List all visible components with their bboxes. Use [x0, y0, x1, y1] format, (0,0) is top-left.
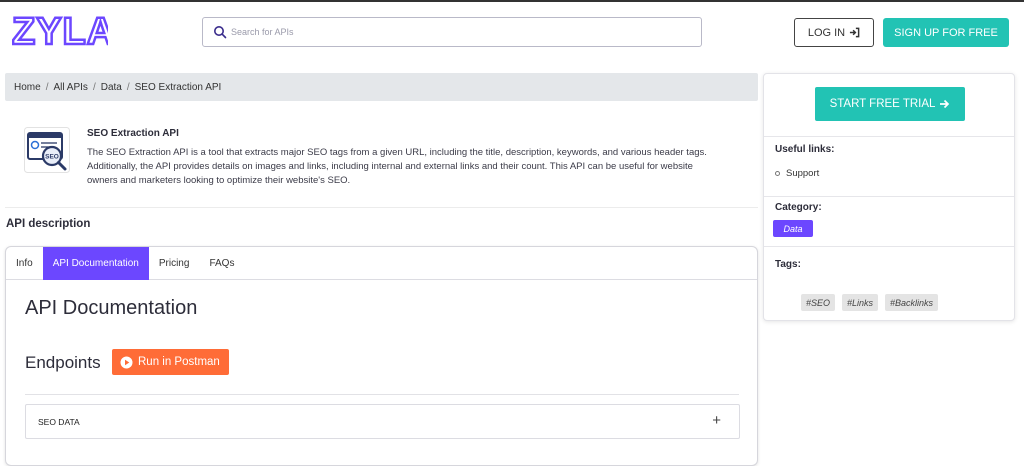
doc-title: API Documentation	[25, 297, 198, 319]
breadcrumb-home[interactable]: Home	[14, 82, 41, 93]
tab-faqs[interactable]: FAQs	[199, 247, 244, 280]
expand-icon[interactable]: +	[712, 412, 721, 429]
support-label: Support	[786, 168, 820, 179]
sign-in-icon	[850, 27, 860, 38]
login-button[interactable]: LOG IN	[794, 18, 874, 47]
bullet-icon	[775, 171, 780, 176]
endpoint-accordion[interactable]: SEO DATA +	[25, 404, 740, 439]
breadcrumb: Home / All APIs / Data / SEO Extraction …	[5, 73, 758, 101]
tag-backlinks[interactable]: #Backlinks	[885, 294, 939, 311]
tab-bar: Info API Documentation Pricing FAQs	[6, 247, 757, 280]
divider	[764, 136, 1014, 137]
tab-pricing[interactable]: Pricing	[149, 247, 200, 280]
useful-links-label: Useful links:	[775, 144, 835, 155]
breadcrumb-separator: /	[92, 81, 96, 93]
arrow-right-icon	[940, 99, 950, 109]
endpoints-heading: Endpoints	[25, 353, 101, 372]
search-icon	[214, 26, 227, 39]
divider	[764, 246, 1014, 247]
divider	[764, 196, 1014, 197]
header: ZYLA LOG IN SIGN UP FOR FREE	[0, 2, 1024, 62]
seo-api-icon: SEO	[24, 127, 70, 173]
tab-api-documentation[interactable]: API Documentation	[42, 247, 149, 280]
support-link[interactable]: Support	[775, 168, 819, 179]
zyla-logo[interactable]: ZYLA	[12, 10, 108, 50]
svg-text:ZYLA: ZYLA	[12, 11, 108, 50]
tag-links[interactable]: #Links	[842, 294, 879, 311]
section-title: API description	[6, 218, 91, 230]
search-input[interactable]	[231, 21, 691, 43]
divider	[5, 207, 758, 208]
breadcrumb-separator: /	[126, 81, 130, 93]
signup-button[interactable]: SIGN UP FOR FREE	[883, 18, 1009, 47]
tab-info[interactable]: Info	[6, 247, 43, 280]
tags-label: Tags:	[775, 259, 801, 270]
tag-list: #SEO #Links #Backlinks	[801, 294, 939, 311]
breadcrumb-separator: /	[45, 81, 49, 93]
breadcrumb-all-apis[interactable]: All APIs	[53, 82, 87, 93]
tag-seo[interactable]: #SEO	[801, 294, 836, 311]
play-icon	[120, 356, 133, 368]
breadcrumb-current: SEO Extraction API	[134, 81, 222, 93]
start-free-trial-button[interactable]: START FREE TRIAL	[815, 87, 965, 121]
trial-label: START FREE TRIAL	[829, 98, 936, 110]
api-name: SEO Extraction API	[87, 128, 179, 139]
run-in-postman-button[interactable]: Run in Postman	[112, 349, 229, 375]
svg-text:SEO: SEO	[45, 154, 59, 161]
documentation-panel: Info API Documentation Pricing FAQs API …	[5, 246, 758, 466]
breadcrumb-data[interactable]: Data	[101, 82, 122, 93]
login-label: LOG IN	[807, 26, 846, 39]
category-badge[interactable]: Data	[773, 220, 813, 237]
api-description: The SEO Extraction API is a tool that ex…	[87, 147, 707, 186]
postman-label: Run in Postman	[138, 356, 220, 368]
endpoint-name: SEO DATA	[38, 416, 80, 427]
divider	[25, 394, 739, 395]
category-label: Category:	[775, 202, 822, 213]
sidebar: START FREE TRIAL Useful links: Support C…	[763, 73, 1015, 321]
search-bar[interactable]	[202, 17, 702, 47]
